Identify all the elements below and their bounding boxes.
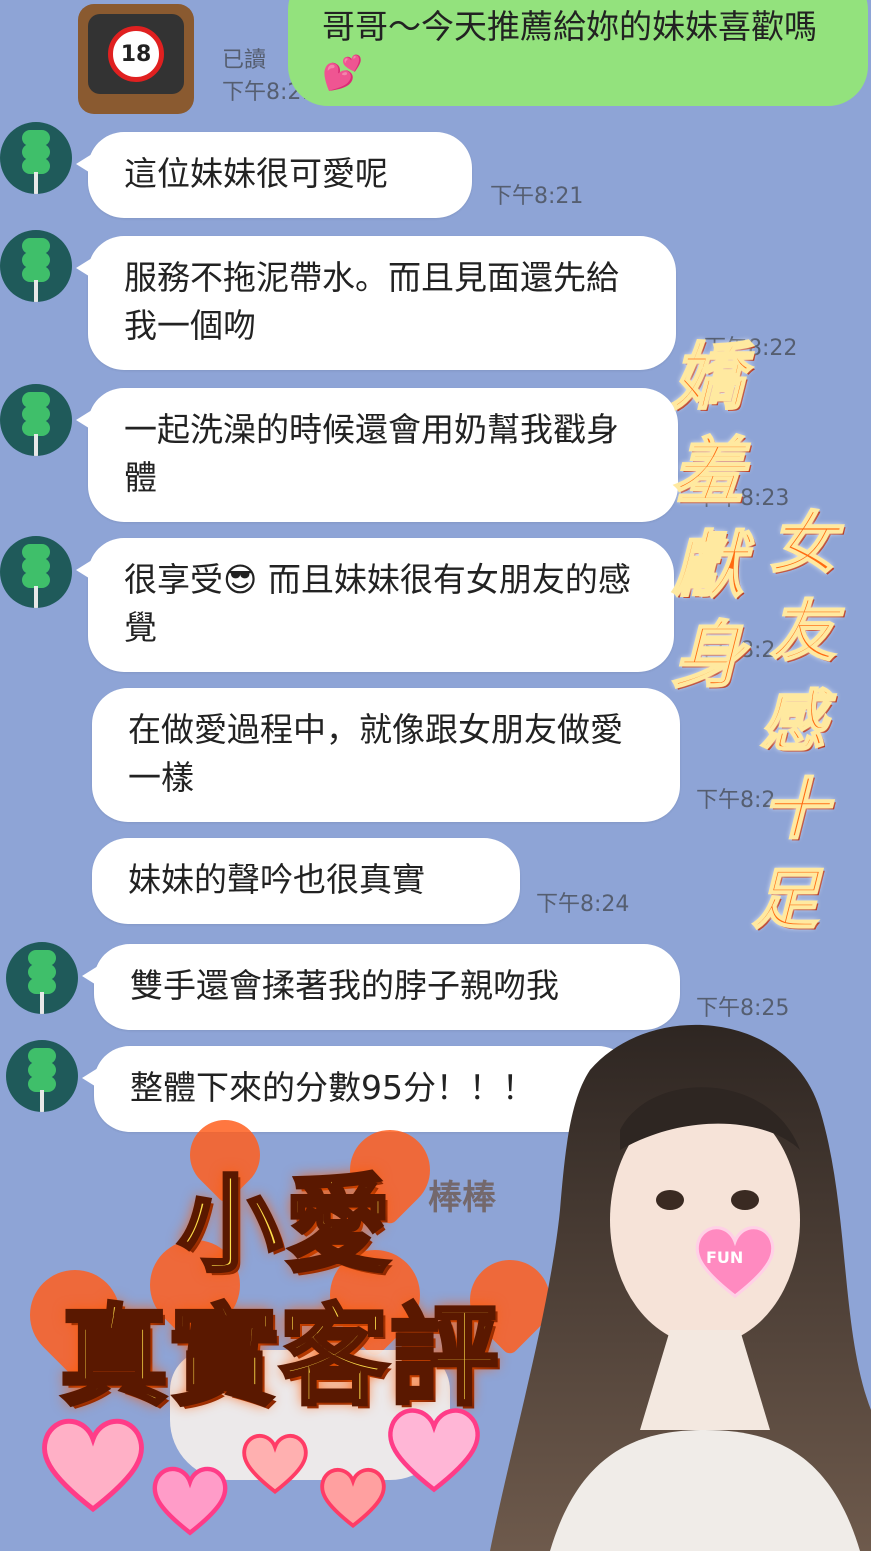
sender-avatar[interactable] bbox=[0, 536, 72, 608]
sender-avatar[interactable] bbox=[0, 122, 72, 194]
heart-icon bbox=[42, 1418, 144, 1513]
deco-char: 女 bbox=[769, 503, 837, 583]
message-bubble-5[interactable]: 在做愛過程中，就像跟女朋友做愛一樣 bbox=[92, 688, 680, 822]
outgoing-message-text: 哥哥～今天推薦給妳的妹妹喜歡嗎💕 bbox=[322, 7, 817, 92]
tv-18-icon[interactable]: 18 bbox=[78, 4, 194, 114]
message-bubble-3[interactable]: 一起洗澡的時候還會用奶幫我戳身體 bbox=[76, 388, 678, 522]
message-text: 妹妹的聲吟也很真實 bbox=[128, 860, 425, 899]
message-text: 在做愛過程中，就像跟女朋友做愛一樣 bbox=[128, 710, 623, 797]
deco-char: 嬌 bbox=[671, 333, 745, 420]
outgoing-message-bubble[interactable]: 哥哥～今天推薦給妳的妹妹喜歡嗎💕 bbox=[288, 0, 868, 106]
profile-photo bbox=[490, 1024, 871, 1551]
heart-icon bbox=[242, 1434, 308, 1495]
message-text: 這位妹妹很可愛呢 bbox=[124, 154, 388, 193]
sender-avatar[interactable] bbox=[0, 230, 72, 302]
message-text: 一起洗澡的時候還會用奶幫我戳身體 bbox=[124, 410, 619, 497]
tv-screen: 18 bbox=[88, 14, 184, 94]
heart-icon bbox=[320, 1468, 386, 1529]
deco-char: 友 bbox=[769, 591, 837, 671]
heart-icon bbox=[388, 1408, 480, 1493]
message-text: 很享受😎 而且妹妹很有女朋友的感覺 bbox=[124, 560, 631, 647]
deco-char: 十 bbox=[761, 769, 829, 849]
sender-avatar[interactable] bbox=[0, 384, 72, 456]
message-bubble-1[interactable]: 這位妹妹很可愛呢 bbox=[76, 132, 472, 218]
message-text: 服務不拖泥帶水。而且見面還先給我一個吻 bbox=[124, 258, 619, 345]
heart-label: FUN bbox=[706, 1248, 744, 1267]
message-text: 雙手還會揉著我的脖子親吻我 bbox=[130, 966, 559, 1005]
banner-title: 小愛 bbox=[176, 1162, 395, 1288]
message-bubble-6[interactable]: 妹妹的聲吟也很真實 bbox=[92, 838, 520, 924]
sender-avatar[interactable] bbox=[6, 942, 78, 1014]
message-time: 下午8:24 bbox=[536, 892, 630, 917]
sender-avatar[interactable] bbox=[6, 1040, 78, 1112]
message-time: 下午8:21 bbox=[490, 184, 584, 209]
deco-char: 足 bbox=[751, 859, 819, 939]
no-18-icon: 18 bbox=[108, 26, 164, 82]
heart-icon bbox=[152, 1466, 228, 1536]
deco-char: 身 bbox=[671, 611, 745, 698]
message-bubble-4[interactable]: 很享受😎 而且妹妹很有女朋友的感覺 bbox=[76, 538, 674, 672]
message-bubble-2[interactable]: 服務不拖泥帶水。而且見面還先給我一個吻 bbox=[76, 236, 676, 370]
deco-char: 羞 bbox=[671, 427, 745, 514]
deco-char: 感 bbox=[759, 681, 827, 761]
banner-subtitle: 真實客評 bbox=[58, 1293, 501, 1422]
